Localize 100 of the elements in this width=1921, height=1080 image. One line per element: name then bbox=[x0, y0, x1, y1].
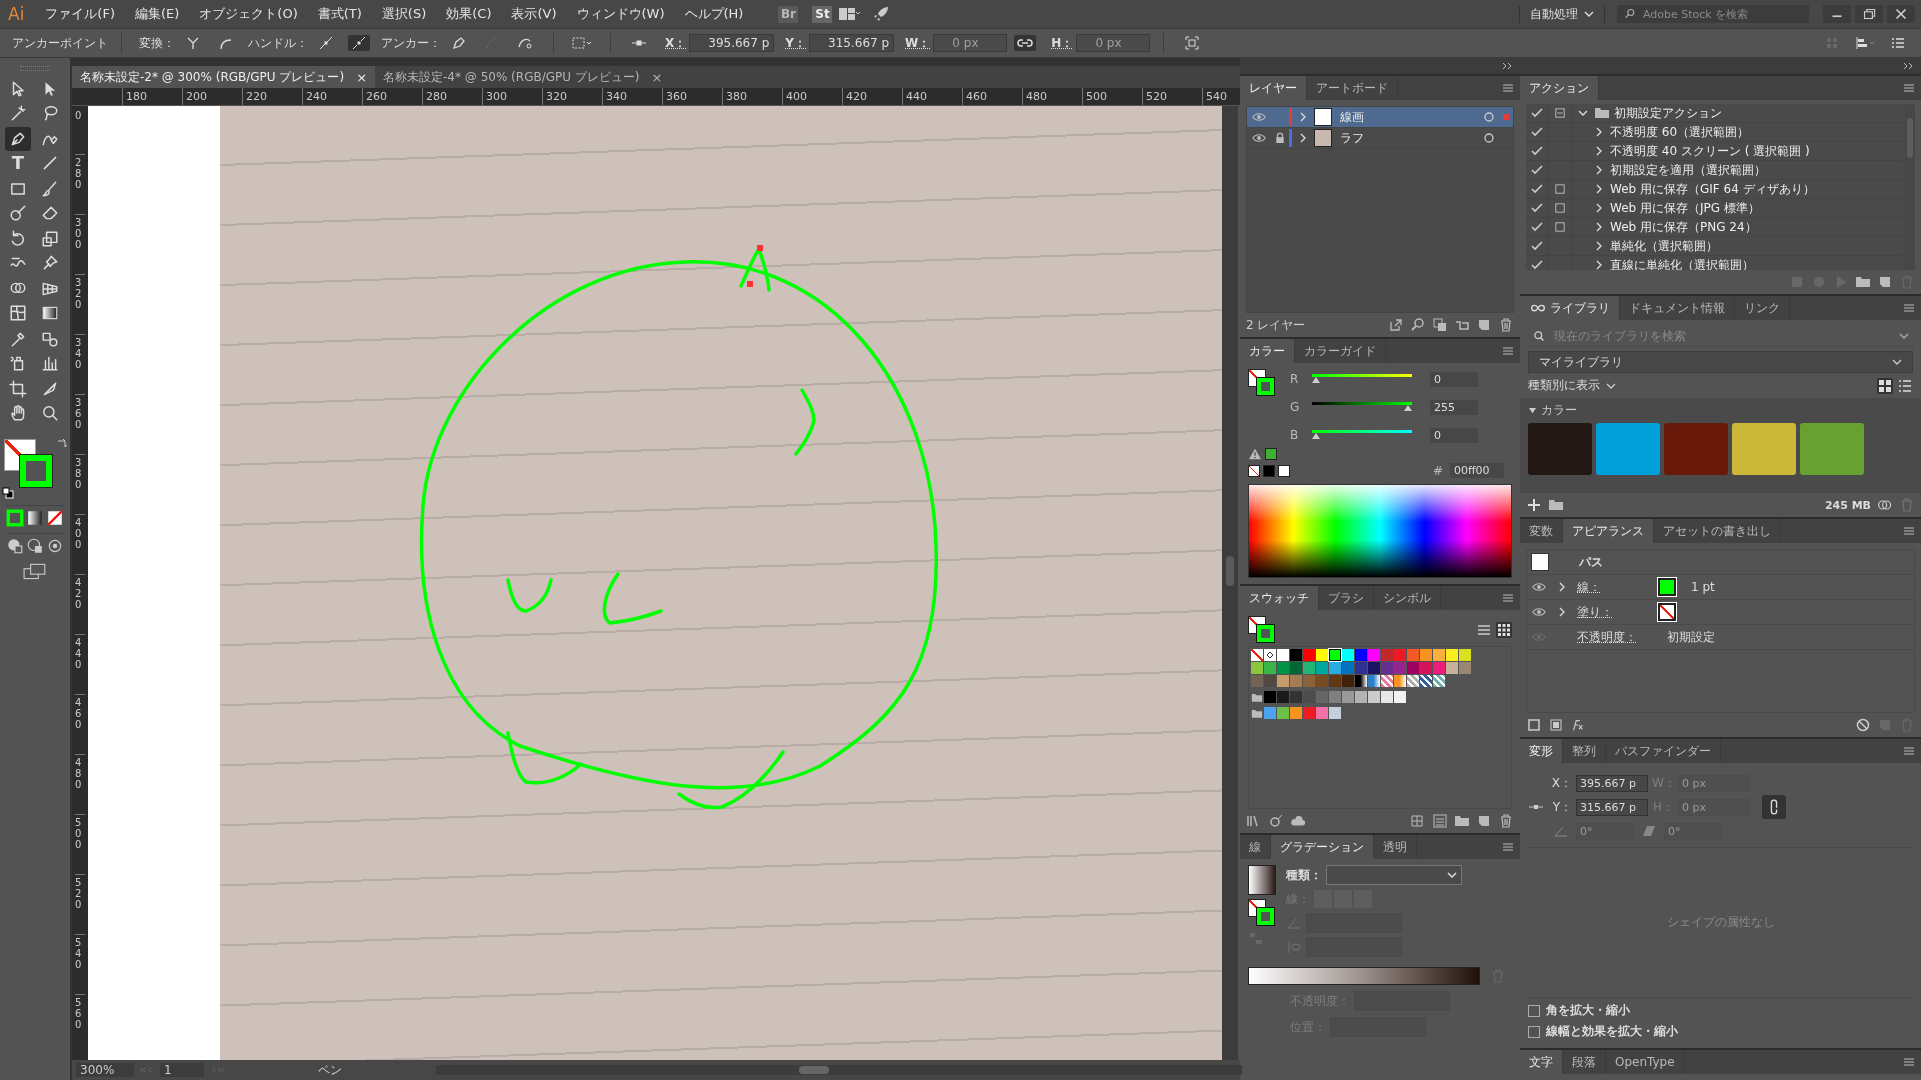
panel-tab[interactable]: アピアランス bbox=[1563, 519, 1654, 543]
menu-item[interactable]: 表示(V) bbox=[502, 1, 566, 27]
close-tab-button[interactable]: × bbox=[356, 69, 368, 85]
h-label: H： bbox=[1051, 34, 1074, 52]
ruler-label: 400 bbox=[75, 514, 85, 574]
x-field[interactable]: 395.667 p bbox=[689, 34, 775, 52]
ruler-label: 340 bbox=[75, 334, 85, 394]
close-tab-button[interactable]: × bbox=[651, 69, 663, 85]
y-label: Y： bbox=[785, 34, 807, 52]
ruler-label: 460 bbox=[75, 694, 85, 754]
panel-tab[interactable]: ライブラリ bbox=[1520, 296, 1620, 320]
panel-tab[interactable]: リンク bbox=[1735, 296, 1790, 320]
panel-tab[interactable]: OpenType bbox=[1606, 1050, 1685, 1074]
opacity-label[interactable]: 不透明度： bbox=[1577, 628, 1657, 646]
action-row[interactable]: Web 用に保存（PNG 24） bbox=[1526, 218, 1903, 237]
ruler-label: 520 bbox=[1142, 88, 1202, 105]
layer-row[interactable]: 線画 bbox=[1247, 107, 1513, 128]
channel-value-field[interactable]: 255 bbox=[1430, 399, 1478, 415]
menu-item[interactable]: 書式(T) bbox=[308, 1, 371, 27]
ruler-label: 0 bbox=[75, 109, 83, 123]
panel-tab[interactable]: 文字 bbox=[1520, 1050, 1563, 1074]
action-name: 直線に単純化（選択範囲） bbox=[1610, 256, 1754, 270]
panel-tab[interactable]: シンボル bbox=[1374, 586, 1441, 610]
artboard-field[interactable]: 1 bbox=[160, 1063, 204, 1077]
action-row[interactable]: Web 用に保存（GIF 64 ディザあり） bbox=[1526, 180, 1903, 199]
action-row[interactable]: 不透明度 40 スクリーン ( 選択範囲 ) bbox=[1526, 142, 1903, 161]
action-row[interactable]: 直線に単純化（選択範囲） bbox=[1526, 256, 1903, 270]
ruler-label: 280 bbox=[422, 88, 482, 105]
menu-item[interactable]: ヘルプ(H) bbox=[675, 1, 753, 27]
action-name: Web 用に保存（GIF 64 ディザあり） bbox=[1610, 180, 1815, 198]
view-by-type-dropdown[interactable]: 種類別に表示 bbox=[1528, 377, 1616, 394]
menu-item[interactable]: ファイル(F) bbox=[36, 1, 124, 27]
action-row[interactable]: Web 用に保存（JPG 標準） bbox=[1526, 199, 1903, 218]
stroke-weight[interactable]: 1 pt bbox=[1691, 580, 1715, 594]
action-set-name: 初期設定アクション bbox=[1614, 104, 1722, 122]
menu-item[interactable]: 効果(C) bbox=[437, 1, 501, 27]
panel-tab[interactable]: スウォッチ bbox=[1240, 586, 1319, 610]
fill-label[interactable]: 塗り： bbox=[1577, 603, 1657, 621]
panel-tab[interactable]: アクション bbox=[1520, 76, 1599, 100]
channel-value-field[interactable]: 0 bbox=[1430, 371, 1478, 387]
selection-type-label: アンカーポイント bbox=[12, 34, 108, 52]
action-row[interactable]: 初期設定を適用（選択範囲） bbox=[1526, 161, 1903, 180]
x-field[interactable]: 395.667 p bbox=[1576, 774, 1648, 792]
section-header[interactable]: カラー bbox=[1528, 402, 1577, 419]
action-row[interactable]: 単純化（選択範囲） bbox=[1526, 237, 1903, 256]
ruler-label: 200 bbox=[182, 88, 242, 105]
menu-item[interactable]: オブジェクト(O) bbox=[190, 1, 307, 27]
action-name: 初期設定を適用（選択範囲） bbox=[1610, 161, 1766, 179]
panel-tab[interactable]: 透明 bbox=[1374, 835, 1417, 859]
ruler-label: 500 bbox=[1082, 88, 1142, 105]
type-tool-button[interactable]: T bbox=[5, 151, 31, 175]
workspace-dropdown[interactable]: 自動処理 bbox=[1519, 5, 1605, 23]
layer-row[interactable]: ラフ bbox=[1247, 128, 1513, 149]
stock-button[interactable]: St bbox=[812, 5, 833, 23]
handles-label: ハンドル： bbox=[248, 34, 308, 52]
ruler-label: 440 bbox=[75, 634, 85, 694]
action-row[interactable]: 不透明度 60（選択範囲） bbox=[1526, 123, 1903, 142]
ruler-label: 480 bbox=[1022, 88, 1082, 105]
panel-tab[interactable]: 変形 bbox=[1520, 739, 1563, 763]
convert-label: 変換： bbox=[139, 34, 175, 52]
app-logo: Ai bbox=[7, 4, 26, 24]
hex-field[interactable]: 00ff00 bbox=[1450, 463, 1504, 478]
panel-tab[interactable]: レイヤー bbox=[1240, 76, 1307, 100]
panel-tab[interactable]: 段落 bbox=[1563, 1050, 1606, 1074]
action-name: Web 用に保存（PNG 24） bbox=[1610, 218, 1757, 236]
ruler-label: 460 bbox=[962, 88, 1022, 105]
stroke-label[interactable]: 線： bbox=[1577, 578, 1657, 596]
stock-search-field[interactable]: Adobe Stock を検索 bbox=[1617, 5, 1809, 23]
ruler-label: 520 bbox=[75, 874, 85, 934]
document-tab[interactable]: 名称未設定-2* @ 300% (RGB/GPU プレビュー) × bbox=[72, 66, 376, 88]
y-field[interactable]: 315.667 p bbox=[1576, 798, 1648, 816]
action-set-row[interactable]: 初期設定アクション bbox=[1526, 104, 1903, 123]
layer-name: 線画 bbox=[1340, 108, 1364, 126]
y-label: Y： bbox=[1551, 798, 1572, 816]
panel-tab[interactable]: カラーガイド bbox=[1295, 339, 1386, 363]
panel-tab[interactable]: ドキュメント情報 bbox=[1620, 296, 1735, 320]
panel-tab[interactable]: ブラシ bbox=[1319, 586, 1374, 610]
x-label: X： bbox=[1550, 774, 1572, 792]
panel-tab[interactable]: カラー bbox=[1240, 339, 1295, 363]
ruler-label: 300 bbox=[75, 214, 85, 274]
channel-value-field[interactable]: 0 bbox=[1430, 427, 1478, 443]
panel-tab[interactable]: アートボード bbox=[1307, 76, 1398, 100]
panel-tab[interactable]: パスファインダー bbox=[1606, 739, 1721, 763]
panel-tab[interactable]: グラデーション bbox=[1271, 835, 1374, 859]
document-title: 名称未設定-4* @ 50% (RGB/GPU プレビュー) bbox=[383, 68, 640, 86]
panel-tab[interactable]: アセットの書き出し bbox=[1654, 519, 1781, 543]
ruler-label: 260 bbox=[362, 88, 422, 105]
storage-used: 245 MB bbox=[1824, 498, 1871, 512]
type-label: 種類： bbox=[1286, 866, 1322, 884]
ruler-label: 220 bbox=[242, 88, 302, 105]
ruler-label: 400 bbox=[782, 88, 842, 105]
menu-item[interactable]: 編集(E) bbox=[126, 1, 189, 27]
menu-item[interactable]: 選択(S) bbox=[372, 1, 436, 27]
library-dropdown[interactable]: マイライブラリ bbox=[1528, 351, 1913, 373]
y-field[interactable]: 315.667 p bbox=[809, 34, 895, 52]
ruler-label: 320 bbox=[75, 274, 85, 334]
ruler-label: 240 bbox=[302, 88, 362, 105]
panel-tab[interactable]: 整列 bbox=[1563, 739, 1606, 763]
menu-item[interactable]: ウィンドウ(W) bbox=[567, 1, 674, 27]
zoom-dropdown[interactable]: 300% bbox=[76, 1063, 134, 1077]
